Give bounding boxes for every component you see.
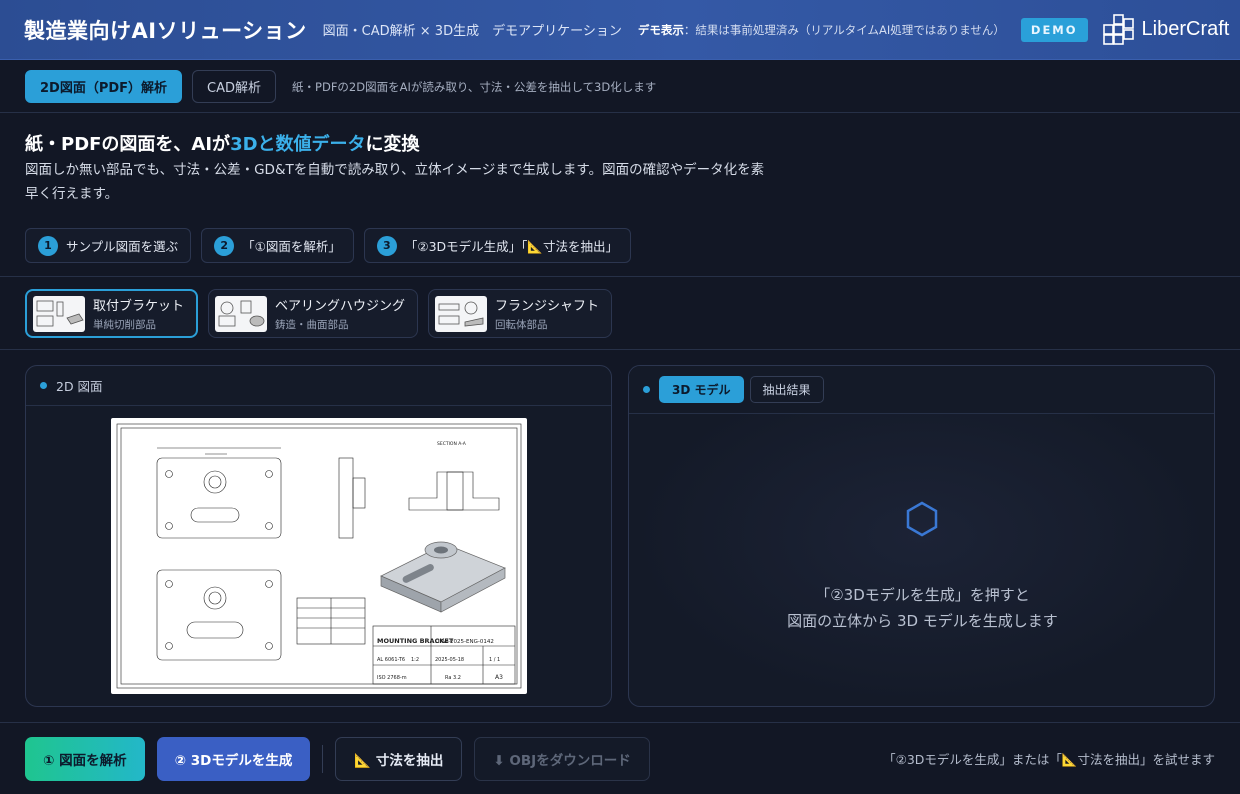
analyze-button[interactable]: ① 図面を解析: [25, 736, 145, 781]
drawing-finish: Ra 3.2: [445, 675, 461, 681]
cubes-logo-icon: [1102, 13, 1134, 45]
drawing-number: DRW-2025-ENG-0142: [435, 639, 494, 645]
app-title: 製造業向けAIソリューション: [24, 18, 307, 43]
mode-description: 紙・PDFの2D図面をAIが読み取り、寸法・公差を抽出して3D化します: [292, 79, 657, 94]
sample-list: 取付ブラケット 単純切削部品 ベアリングハウジング 鋳造・曲面部品 フランジシャフト…: [25, 289, 613, 338]
hint-text: 「②3Dモデルを生成」または「📐寸法を抽出」を試せます: [883, 752, 1215, 767]
panel-title: 2D 図面: [56, 379, 103, 394]
tab-2d-drawing[interactable]: 2D図面（PDF）解析: [25, 70, 183, 103]
status-dot: [40, 382, 47, 389]
step-1: 1 サンプル図面を選ぶ: [25, 228, 192, 263]
action-bar: ① 図面を解析 ② 3Dモデルを生成 📐 寸法を抽出 ⬇ OBJをダウンロード …: [0, 722, 1240, 794]
sample-flange-shaft[interactable]: フランジシャフト 回転体部品: [428, 289, 613, 338]
app-subtitle: 図面・CAD解析 × 3D生成 デモアプリケーション: [322, 24, 622, 39]
panel-header: 2D 図面: [26, 366, 611, 406]
hero-title-suffix: に変換: [365, 134, 420, 155]
drawing-panel: 2D 図面 SECTION A-A MOUNTING BRACKET DRW-2…: [25, 365, 612, 707]
step-label: サンプル図面を選ぶ: [66, 239, 179, 254]
hero-title: 紙・PDFの図面を、AIが3Dと数値データに変換: [25, 130, 420, 156]
sample-desc: 鋳造・曲面部品: [275, 319, 349, 331]
hero-description: 図面しか無い部品でも、寸法・公差・GD&Tを自動で読み取り、立体イメージまで生成…: [25, 162, 765, 202]
demo-note: デモ表示：結果は事前処理済み（リアルタイムAI処理ではありません）: [638, 22, 1005, 38]
tab-3d-model[interactable]: 3D モデル: [659, 376, 744, 403]
drawing-svg: SECTION A-A MOUNTING BRACKET DRW-2025-EN…: [116, 423, 522, 689]
section-label: SECTION A-A: [437, 441, 467, 447]
divider: [322, 744, 324, 773]
model-panel: 3D モデル 抽出結果 「②3Dモデルを生成」を押すと 図面の立体から 3D モ…: [628, 365, 1215, 707]
divider: [0, 349, 1240, 350]
isometric-part: [380, 541, 506, 613]
model-placeholder: 「②3Dモデルを生成」を押すと 図面の立体から 3D モデルを生成します: [629, 582, 1214, 634]
drawing-size: A3: [495, 674, 503, 681]
hexagon-icon: [906, 501, 938, 537]
app-header: 製造業向けAIソリューション 図面・CAD解析 × 3D生成 デモアプリケーショ…: [0, 0, 1240, 60]
sample-name: フランジシャフト: [495, 299, 600, 314]
tab-cad[interactable]: CAD解析: [192, 70, 277, 103]
sample-thumbnail: [435, 295, 488, 332]
demo-note-text: ：結果は事前処理済み（リアルタイムAI処理ではありません）: [683, 22, 1005, 37]
steps: 1 サンプル図面を選ぶ 2 「①図面を解析」 3 「②3Dモデル生成」「📐寸法を抽出」: [25, 228, 631, 263]
logo-text: LiberCraft: [1141, 18, 1230, 40]
drawing-tolerance: ISO 2768-m: [377, 675, 407, 681]
step-label: 「①図面を解析」: [242, 239, 341, 254]
step-2: 2 「①図面を解析」: [201, 228, 354, 263]
step-number: 2: [214, 235, 235, 256]
sample-bearing-housing[interactable]: ベアリングハウジング 鋳造・曲面部品: [208, 289, 419, 338]
sample-name: ベアリングハウジング: [275, 299, 406, 314]
step-number: 3: [376, 235, 397, 256]
logo: LiberCraft: [1102, 13, 1230, 47]
demo-note-label: デモ表示: [637, 22, 684, 37]
extract-dimensions-button[interactable]: 📐 寸法を抽出: [335, 736, 463, 781]
download-obj-button[interactable]: ⬇ OBJをダウンロード: [474, 736, 650, 781]
mode-bar: 2D図面（PDF）解析 CAD解析 紙・PDFの2D図面をAIが読み取り、寸法・…: [0, 61, 1240, 113]
tab-extraction-results[interactable]: 抽出結果: [749, 376, 824, 403]
sample-desc: 回転体部品: [495, 319, 548, 331]
sample-mounting-bracket[interactable]: 取付ブラケット 単純切削部品: [25, 289, 199, 338]
placeholder-line-2: 図面の立体から 3D モデルを生成します: [787, 612, 1058, 630]
technical-drawing: SECTION A-A MOUNTING BRACKET DRW-2025-EN…: [111, 418, 527, 694]
divider: [0, 276, 1240, 277]
sample-thumbnail: [215, 295, 268, 332]
hero-title-prefix: 紙・PDFの図面を、AIが: [25, 134, 231, 155]
step-3: 3 「②3Dモデル生成」「📐寸法を抽出」: [363, 228, 631, 263]
generate-3d-button[interactable]: ② 3Dモデルを生成: [156, 736, 311, 781]
placeholder-line-1: 「②3Dモデルを生成」を押すと: [815, 586, 1030, 604]
step-number: 1: [38, 235, 58, 256]
step-label: 「②3Dモデル生成」「📐寸法を抽出」: [404, 239, 618, 254]
demo-badge: DEMO: [1020, 17, 1088, 42]
sample-name: 取付ブラケット: [93, 299, 185, 314]
drawing-sheet: 1 / 1: [489, 657, 500, 663]
sample-desc: 単純切削部品: [93, 319, 156, 331]
drawing-date: 2025-05-18: [435, 657, 464, 663]
status-dot: [643, 386, 650, 393]
panel-header: 3D モデル 抽出結果: [629, 366, 1214, 414]
drawing-material: AL 6061-T6: [377, 657, 405, 663]
drawing-scale: 1:2: [411, 657, 419, 663]
hero-title-highlight: 3Dと数値データ: [230, 134, 366, 155]
sample-thumbnail: [33, 295, 85, 332]
